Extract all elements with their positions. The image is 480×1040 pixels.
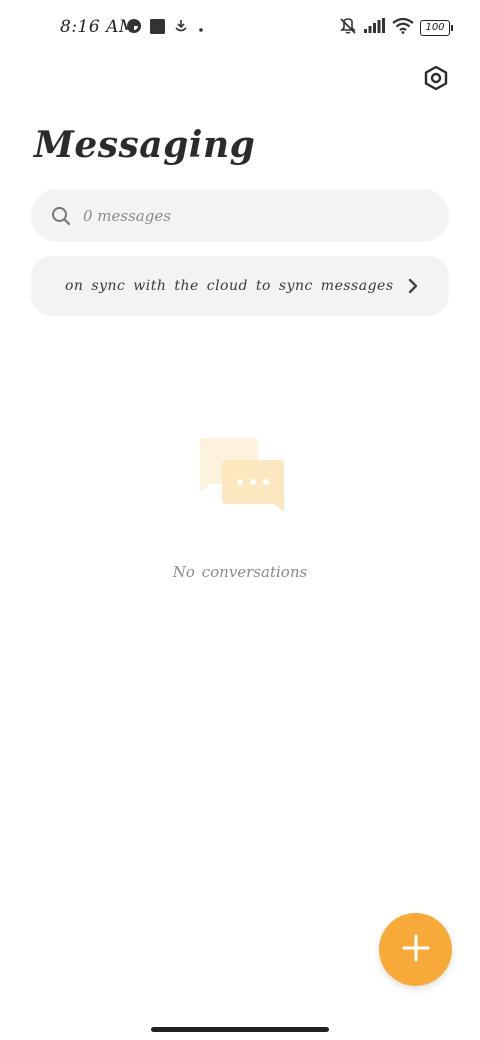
cloud-sync-banner[interactable]: on sync with the cloud to sync messages [31,256,449,316]
chevron-right-icon [403,276,423,296]
messaging-screen: 8:16 AM 100 Messaging 0 messages on sync… [0,0,480,1040]
plus-icon [402,934,430,966]
page-title: Messaging [34,124,256,166]
status-right-icons: 100 [338,16,453,40]
silent-icon [338,16,358,40]
chat-bubbles-icon [196,436,286,518]
dot-icon [197,19,205,38]
download-icon [173,18,189,38]
home-indicator[interactable] [151,1027,329,1032]
cloud-sync-text: on sync with the cloud to sync messages [65,278,394,294]
signal-icon [364,18,386,38]
settings-hexagon-icon [423,65,449,95]
flipboard-icon [126,18,142,38]
new-conversation-button[interactable] [379,913,452,986]
search-icon [51,206,71,226]
settings-button[interactable] [422,65,450,95]
search-bar[interactable]: 0 messages [31,189,449,242]
wifi-icon [392,17,414,38]
search-placeholder: 0 messages [83,206,171,225]
app-square-icon [150,18,165,38]
empty-state-text: No conversations [172,563,308,581]
battery-icon: 100 [420,20,453,36]
status-bar: 8:16 AM 100 [0,0,480,56]
status-left-icons [126,18,205,38]
